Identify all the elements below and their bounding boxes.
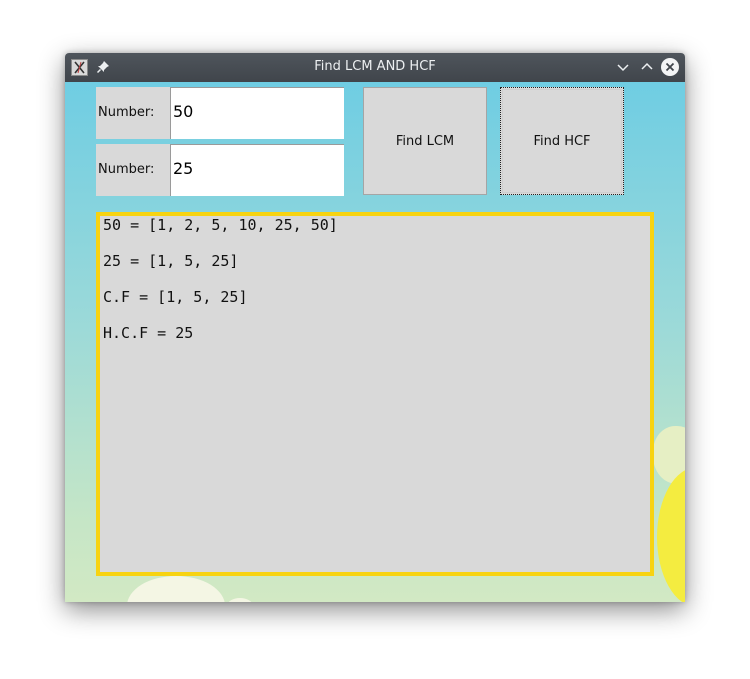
number2-input[interactable]: 25 [170, 144, 344, 196]
background-cloud-decoration [227, 598, 253, 602]
result-line: 25 = [1, 5, 25] [103, 252, 239, 270]
find-hcf-label: Find HCF [533, 133, 591, 149]
find-lcm-label: Find LCM [395, 133, 455, 149]
number2-label: Number: [96, 144, 171, 196]
find-lcm-button[interactable]: Find LCM [363, 87, 487, 195]
background-cloud-decoration [127, 576, 225, 602]
app-window: Find LCM AND HCF Number: 50 Number: 25 F… [65, 53, 685, 602]
number1-input[interactable]: 50 [170, 87, 344, 139]
find-hcf-button[interactable]: Find HCF [500, 87, 624, 195]
result-output-area[interactable]: 50 = [1, 2, 5, 10, 25, 50] 25 = [1, 5, 2… [96, 212, 654, 576]
result-line: C.F = [1, 5, 25] [103, 288, 248, 306]
chevron-up-icon[interactable] [639, 59, 655, 75]
close-icon[interactable] [661, 58, 679, 76]
window-title: Find LCM AND HCF [314, 59, 436, 74]
number1-label: Number: [96, 87, 171, 139]
background-sun-decoration [657, 467, 685, 602]
chevron-down-icon[interactable] [615, 59, 631, 75]
result-line: H.C.F = 25 [103, 324, 194, 342]
title-bar[interactable]: Find LCM AND HCF [65, 53, 685, 82]
result-line: 50 = [1, 2, 5, 10, 25, 50] [103, 216, 338, 234]
client-area: Number: 50 Number: 25 Find LCM Find HCF … [65, 82, 685, 602]
